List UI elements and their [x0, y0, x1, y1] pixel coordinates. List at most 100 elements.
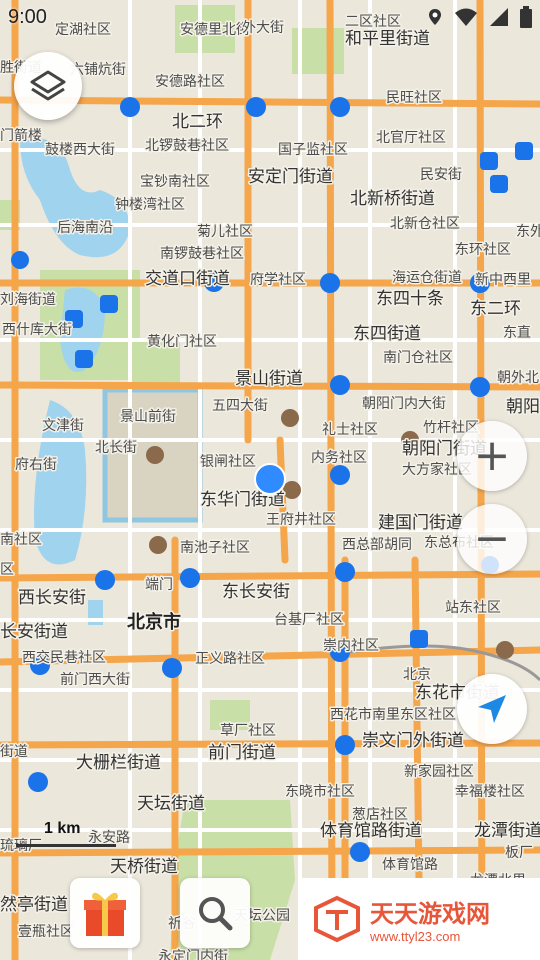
map-label: 安定门街道: [248, 167, 333, 187]
map-label: 正义路社区: [195, 651, 265, 667]
map-label: 银闸社区: [200, 454, 256, 470]
map-label: 民旺社区: [386, 90, 442, 106]
map-label: 王府井社区: [266, 512, 336, 528]
map-label: 然亭街道: [0, 895, 68, 915]
map-label: 大栅栏街道: [76, 753, 161, 773]
map-label: 新中西里: [475, 272, 531, 288]
map-label: 北新仓社区: [390, 216, 460, 232]
map-label: 宝钞南社区: [140, 174, 210, 190]
map-label: 新家园社区: [404, 763, 474, 780]
map-label: 菊儿社区: [197, 224, 253, 240]
zoom-out-button[interactable]: −: [457, 504, 527, 574]
map-label: 草厂社区: [220, 723, 276, 739]
map-label: 门箭楼: [0, 127, 42, 144]
map-label: 西长安街: [18, 588, 86, 608]
map-label: 长安街道: [0, 622, 68, 642]
scale-label: 1 km: [44, 820, 81, 837]
map-label: 景山街道: [235, 369, 303, 389]
map-label: 东外: [516, 224, 540, 240]
watermark: 天天游戏网 www.ttyl23.com: [298, 878, 540, 960]
map-label: 幸福楼社区: [455, 784, 525, 800]
map-label: 板厂: [505, 845, 533, 861]
map-label: 崇文门外街道: [362, 731, 464, 751]
map-label: 前门街道: [208, 743, 276, 763]
map-label: 交道口街道: [145, 269, 230, 289]
location-status-icon: [429, 9, 441, 25]
map-label: 东四街道: [353, 324, 421, 344]
navigation-arrow-icon: [478, 695, 506, 723]
map-label: 文津街: [42, 418, 84, 434]
map-label: 区: [0, 562, 14, 578]
map-label: 五四大街: [212, 398, 268, 414]
layers-button[interactable]: [14, 52, 82, 120]
map-label: 西交民巷社区: [22, 649, 106, 666]
map-label: 后海南沿: [57, 220, 113, 236]
map-label: 府右街: [15, 457, 57, 473]
layers-icon: [30, 70, 66, 101]
map-label: 北锣鼓巷社区: [145, 138, 229, 154]
search-icon: [199, 897, 233, 931]
scale-line: [16, 844, 116, 847]
search-button[interactable]: [180, 878, 250, 948]
gift-button[interactable]: [70, 878, 140, 948]
zoom-out-label: −: [473, 513, 511, 564]
map-label: 东晓市社区: [285, 783, 355, 800]
watermark-title: 天天游戏网: [370, 900, 490, 928]
map-label: 景山前街: [120, 408, 176, 425]
map-canvas[interactable]: 定湖社区安德里北街外大街二区社区和平里街道胜街道六铺炕街安德路社区民旺社区北二环…: [0, 0, 540, 960]
map-label: 朝阳: [506, 397, 540, 417]
map-label: 东二环: [470, 299, 521, 319]
map-label: 东环社区: [455, 242, 511, 258]
watermark-logo-icon: [314, 895, 360, 943]
battery-icon: [520, 6, 532, 28]
map-label: 天桥街道: [110, 857, 178, 877]
cellular-signal-icon: [490, 8, 508, 26]
map-label: 海运仓街道: [392, 270, 462, 286]
zoom-in-button[interactable]: +: [457, 421, 527, 491]
map-label: 钟楼湾社区: [115, 196, 185, 213]
map-label: 北京市: [127, 611, 181, 633]
map-label: 端门: [145, 577, 173, 593]
map-label: 北长街: [95, 440, 137, 456]
watermark-url: www.ttyl23.com: [370, 929, 461, 944]
status-time: 9:00: [8, 6, 47, 28]
map-label: 南门仓社区: [383, 350, 453, 366]
map-label: 南锣鼓巷社区: [160, 246, 244, 262]
map-label: 街道: [0, 744, 28, 760]
scale-bar: 1 km: [10, 820, 120, 850]
map-label: 站东社区: [445, 600, 501, 616]
map-label: 府学社区: [250, 272, 306, 288]
map-label: 体育馆路: [382, 857, 438, 873]
map-label: 体育馆路街道: [320, 821, 422, 841]
map-label: 崇内社区: [323, 638, 379, 654]
map-label: 民安街: [420, 167, 462, 183]
map-label: 南社区: [0, 532, 42, 548]
map-label: 永定门内街: [158, 949, 228, 960]
map-label: 国子监社区: [278, 142, 348, 158]
map-label: 黄化门社区: [147, 333, 217, 350]
map-label: 北二环: [172, 112, 223, 132]
wifi-icon: [455, 8, 477, 26]
map-label: 建国门街道: [378, 513, 463, 533]
map-label: 鼓楼西大街: [45, 142, 115, 158]
map-label: 壹瓶社区: [18, 924, 74, 940]
map-label: 东长安街: [222, 582, 290, 602]
zoom-in-label: +: [473, 430, 511, 481]
map-label: 龙潭街道: [474, 821, 540, 841]
map-label: 台基厂社区: [274, 611, 344, 628]
map-label: 南池子社区: [180, 540, 250, 556]
map-label: 前门西大街: [60, 671, 130, 688]
map-label: 朝外北: [497, 370, 539, 386]
status-bar: 9:00: [0, 0, 540, 36]
map-label: 安德路社区: [155, 74, 225, 90]
map-label: 西什库大街: [2, 322, 72, 338]
current-location-dot: [254, 463, 286, 495]
map-label: 内务社区: [311, 450, 367, 466]
map-label: 东四十条: [376, 289, 444, 309]
map-label: 北新桥街道: [350, 189, 435, 209]
locate-button[interactable]: [457, 674, 527, 744]
map-label: 西总部胡同: [342, 537, 412, 553]
map-label: 朝阳门内大街: [362, 396, 446, 412]
map-label: 北京: [403, 667, 431, 683]
map-label: 东直: [503, 324, 531, 341]
